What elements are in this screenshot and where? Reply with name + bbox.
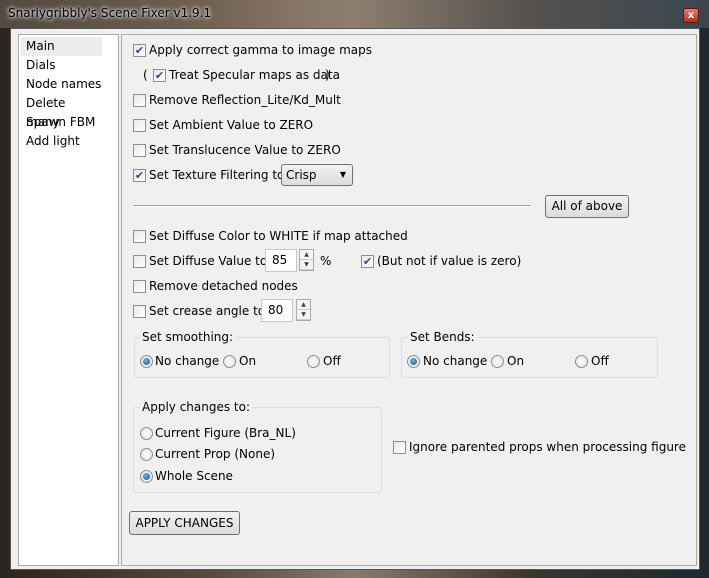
sidebar-item-node-names[interactable]: Node names <box>21 75 102 94</box>
apply-radio-whole-scene[interactable] <box>140 470 153 483</box>
ambient-checkbox[interactable] <box>133 119 146 132</box>
reflection-label: Remove Reflection_Lite/Kd_Mult <box>149 93 341 107</box>
not-zero-label: (But not if value is zero) <box>377 254 522 268</box>
bends-option-label: On <box>507 354 525 368</box>
translucence-label: Set Translucence Value to ZERO <box>149 143 341 157</box>
translucence-checkbox[interactable] <box>133 144 146 157</box>
diffuse-value-spinner[interactable]: ▲ ▼ <box>299 249 314 271</box>
apply-option-label: Whole Scene <box>155 469 233 483</box>
sidebar-item-add-light[interactable]: Add light <box>21 132 102 151</box>
filtering-select[interactable]: Crisp ▼ <box>281 164 353 186</box>
chevron-down-icon: ▼ <box>339 170 346 179</box>
specular-label: Treat Specular maps as data <box>169 68 340 82</box>
diffuse-value-label: Set Diffuse Value to: <box>149 254 272 268</box>
filtering-label: Set Texture Filtering to: <box>149 168 289 182</box>
diffuse-white-label: Set Diffuse Color to WHITE if map attach… <box>149 229 408 243</box>
apply-radio-current-prop[interactable] <box>140 448 153 461</box>
bends-radio-no-change[interactable] <box>407 355 420 368</box>
smoothing-title: Set smoothing: <box>140 330 236 344</box>
crease-spinner[interactable]: ▲ ▼ <box>296 299 311 321</box>
spin-down-icon[interactable]: ▼ <box>300 260 313 270</box>
apply-option-label: Current Figure (Bra_NL) <box>155 426 296 440</box>
detached-label: Remove detached nodes <box>149 279 298 293</box>
paren-open: ( <box>143 68 148 82</box>
window-title: Snarlygribbly's Scene Fixer v1.9.1 <box>8 6 212 20</box>
bends-radio-off[interactable] <box>575 355 588 368</box>
bends-option-label: No change <box>423 354 488 368</box>
spin-down-icon[interactable]: ▼ <box>297 310 310 320</box>
smoothing-option-label: On <box>239 354 257 368</box>
percent-label: % <box>320 254 332 268</box>
smoothing-option-label: Off <box>323 354 341 368</box>
apply-to-title: Apply changes to: <box>140 400 253 414</box>
smoothing-radio-on[interactable] <box>223 355 236 368</box>
bends-option-label: Off <box>591 354 609 368</box>
paren-close: ) <box>325 68 330 82</box>
spin-up-icon[interactable]: ▲ <box>297 300 310 310</box>
crease-label: Set crease angle to: <box>149 304 270 318</box>
sidebar-item-delete-many[interactable]: Delete many <box>21 94 102 129</box>
crease-input[interactable]: 80 <box>261 299 293 322</box>
sidebar-item-main[interactable]: Main <box>21 37 102 56</box>
bends-title: Set Bends: <box>408 330 477 344</box>
filtering-checkbox[interactable]: ✔ <box>133 169 146 182</box>
detached-checkbox[interactable] <box>133 280 146 293</box>
not-zero-checkbox[interactable]: ✔ <box>361 255 374 268</box>
smoothing-radio-off[interactable] <box>307 355 320 368</box>
apply-option-label: Current Prop (None) <box>155 447 276 461</box>
spin-up-icon[interactable]: ▲ <box>300 250 313 260</box>
crease-checkbox[interactable] <box>133 305 146 318</box>
filtering-value: Crisp <box>286 168 317 182</box>
smoothing-option-label: No change <box>155 354 220 368</box>
ignore-parented-checkbox[interactable] <box>393 441 406 454</box>
gamma-checkbox[interactable]: ✔ <box>133 44 146 57</box>
diffuse-value-input[interactable]: 85 <box>265 249 297 272</box>
diffuse-white-checkbox[interactable] <box>133 230 146 243</box>
apply-changes-button[interactable]: APPLY CHANGES <box>129 511 240 535</box>
diffuse-value-checkbox[interactable] <box>133 255 146 268</box>
bends-radio-on[interactable] <box>491 355 504 368</box>
reflection-checkbox[interactable] <box>133 94 146 107</box>
gamma-label: Apply correct gamma to image maps <box>149 43 373 57</box>
ambient-label: Set Ambient Value to ZERO <box>149 118 314 132</box>
separator <box>133 205 531 207</box>
sidebar-item-dials[interactable]: Dials <box>21 56 102 75</box>
sidebar: Main Dials Node names Delete many Spawn … <box>18 34 119 566</box>
specular-checkbox[interactable]: ✔ <box>153 69 166 82</box>
sidebar-item-spawn-fbm[interactable]: Spawn FBM <box>21 113 102 132</box>
ignore-parented-label: Ignore parented props when processing fi… <box>409 440 686 454</box>
all-of-above-button[interactable]: All of above <box>545 195 629 218</box>
close-icon[interactable]: x <box>683 8 699 23</box>
apply-radio-current-figure[interactable] <box>140 427 153 440</box>
smoothing-radio-no-change[interactable] <box>140 355 153 368</box>
